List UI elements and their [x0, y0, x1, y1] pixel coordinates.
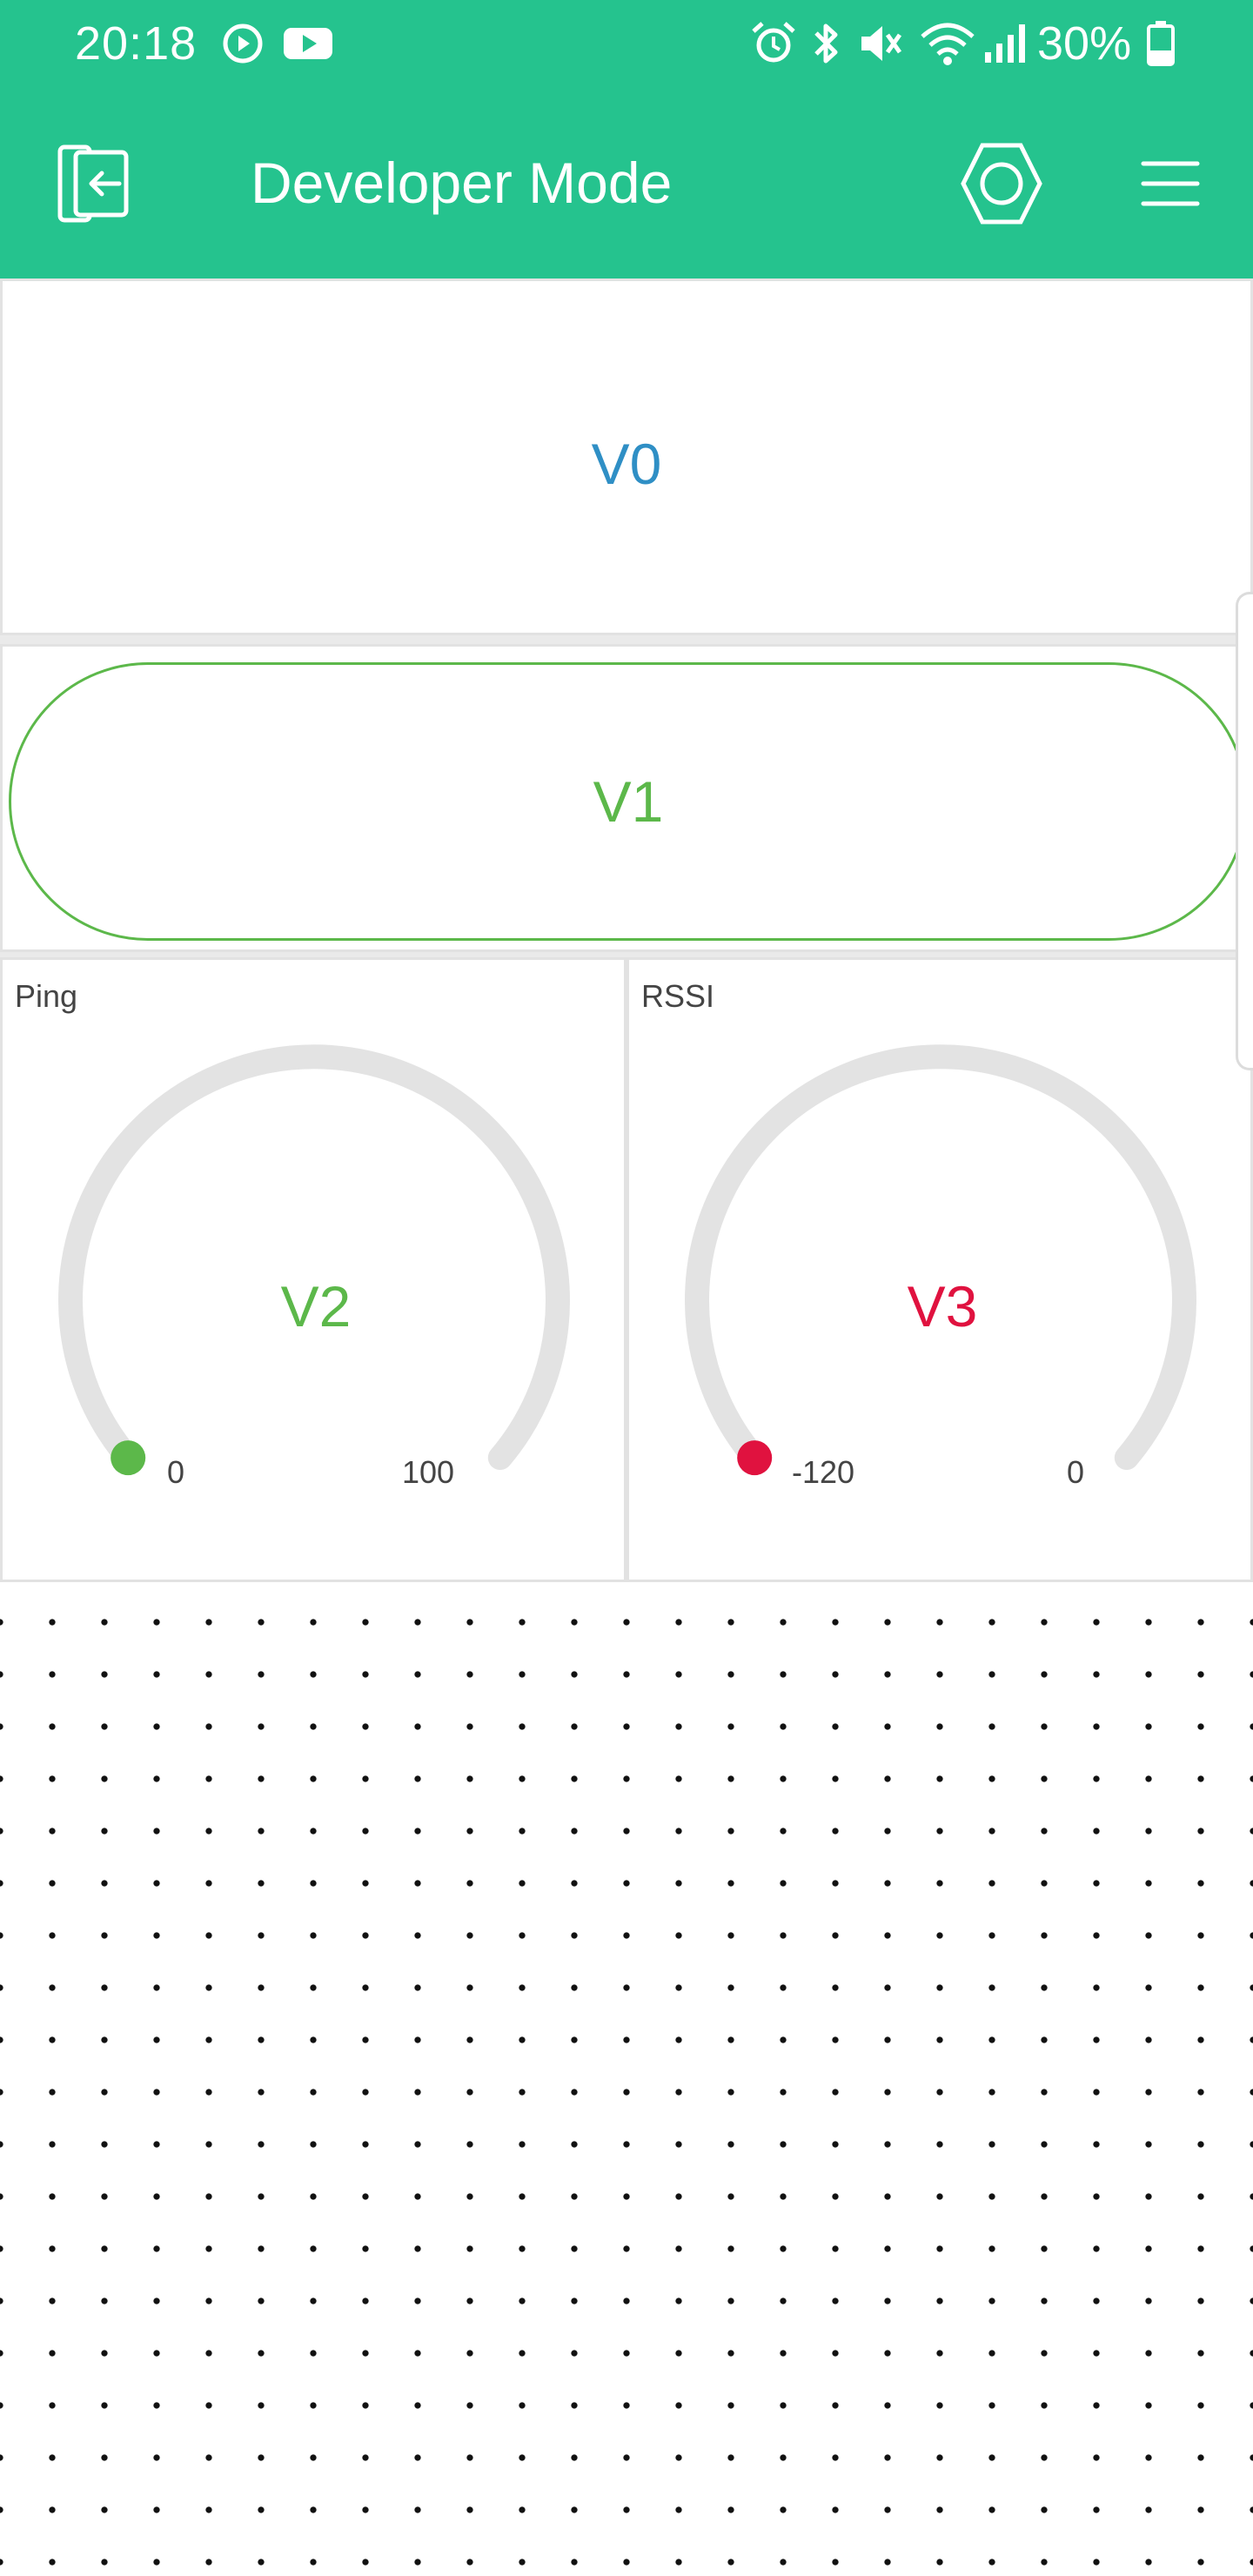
page-title: Developer Mode — [251, 151, 673, 215]
youtube-icon — [284, 28, 332, 59]
status-bar: 20:18 30% — [0, 0, 1253, 87]
battery-percent: 30% — [1037, 17, 1132, 70]
gauge-widget-rssi[interactable]: RSSI V3 — [626, 957, 1253, 1582]
exit-icon — [57, 144, 129, 223]
settings-button[interactable] — [954, 136, 1049, 231]
mute-icon — [861, 26, 902, 61]
app-bar: Developer Mode — [0, 104, 1253, 261]
gauge-indicator — [111, 1440, 146, 1476]
battery-icon — [1147, 21, 1175, 66]
status-time: 20:18 — [75, 17, 198, 70]
dashboard-grid-canvas[interactable] — [0, 1582, 1253, 2576]
button-widget: V1 — [0, 644, 1253, 952]
gauge-pin: V3 — [907, 1274, 978, 1338]
value-display-pin: V0 — [591, 432, 662, 496]
signal-icon — [985, 24, 1025, 63]
value-display-widget[interactable]: V0 — [0, 278, 1253, 635]
divider — [0, 635, 1253, 644]
hexagon-settings-icon — [961, 143, 1042, 225]
gauge-pin: V2 — [280, 1274, 352, 1338]
gauge-widget-ping[interactable]: Ping V2 — [0, 957, 626, 1582]
button-pin: V1 — [593, 769, 664, 834]
gauge-min-label: 0 — [167, 1454, 185, 1490]
v1-button[interactable]: V1 — [9, 662, 1248, 941]
gauge-max-label: 100 — [402, 1454, 455, 1490]
gauge-indicator — [737, 1440, 773, 1476]
gauge-min-label: -120 — [792, 1454, 855, 1490]
alarm-icon — [752, 22, 795, 63]
media-icon — [223, 23, 263, 64]
menu-button[interactable] — [1122, 136, 1218, 231]
gauge-dial — [58, 1044, 570, 1476]
exit-button[interactable] — [50, 136, 146, 231]
app-header: 20:18 30% Developer Mode — [0, 0, 1253, 278]
scroll-handle[interactable] — [1236, 592, 1253, 1070]
menu-icon — [1141, 161, 1200, 206]
gauge-dial — [685, 1044, 1196, 1476]
wifi-icon — [921, 23, 975, 65]
gauge-max-label: 0 — [1067, 1454, 1085, 1490]
bluetooth-icon — [814, 23, 838, 64]
